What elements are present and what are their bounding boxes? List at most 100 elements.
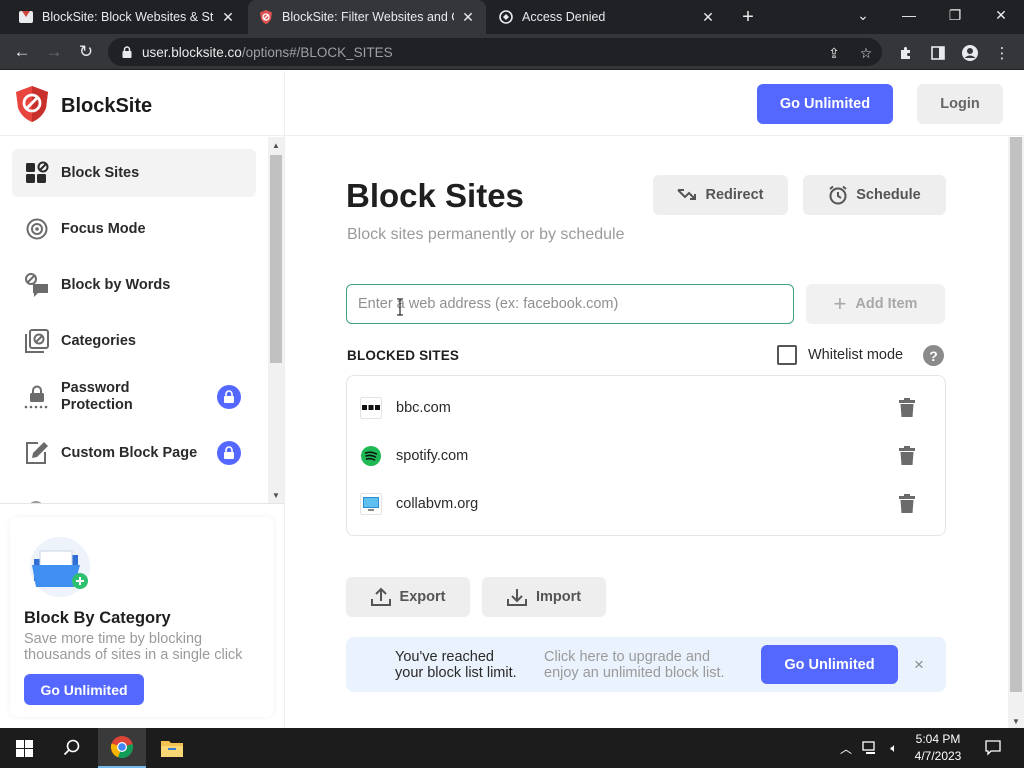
sidebar-scrollbar[interactable]: ▲ ▼ — [268, 137, 284, 503]
tab-close-icon[interactable]: ✕ — [700, 9, 716, 25]
browser-tab-1[interactable]: BlockSite: Block Websites & Stay ✕ — [8, 0, 246, 34]
alarm-clock-icon — [828, 185, 848, 205]
restore-icon[interactable]: ❐ — [932, 0, 978, 30]
sidebar-item-block-sites[interactable]: Block Sites — [12, 149, 256, 197]
sidebar-item-label: Custom Block Page — [61, 444, 198, 461]
limit-message: You've reached your block list limit. — [395, 649, 517, 681]
go-unlimited-button[interactable]: Go Unlimited — [757, 84, 893, 124]
list-item: collabvm.org — [347, 480, 945, 528]
side-panel-icon[interactable] — [928, 43, 948, 63]
promo-description: Save more time by blocking thousands of … — [24, 631, 243, 663]
target-icon — [24, 216, 50, 242]
schedule-label: Schedule — [856, 187, 921, 203]
tab-search-icon[interactable]: ⌄ — [840, 0, 886, 30]
banner-close-icon[interactable]: × — [914, 655, 924, 675]
sidebar-item-custom-block-page[interactable]: Custom Block Page — [12, 429, 256, 477]
sidebar-nav: Block Sites Focus Mode Block by Words Ca… — [0, 137, 268, 503]
shield-favicon-icon — [258, 9, 274, 25]
reload-icon[interactable]: ↻ — [74, 40, 98, 64]
volume-icon[interactable]: 🔈︎ — [886, 740, 902, 756]
page-scrollbar-thumb[interactable] — [1010, 137, 1022, 692]
redirect-button[interactable]: Redirect — [653, 175, 788, 215]
sidebar-item-label: Focus Mode — [61, 220, 146, 237]
delete-trash-icon[interactable] — [899, 446, 915, 466]
minimize-icon[interactable]: — — [886, 0, 932, 30]
chrome-taskbar-icon[interactable] — [98, 728, 146, 768]
spotify-favicon-icon — [360, 445, 382, 467]
redirect-arrow-icon — [677, 187, 697, 203]
sidebar-item-categories[interactable]: Categories — [12, 317, 256, 365]
banner-go-unlimited-button[interactable]: Go Unlimited — [761, 645, 898, 684]
site-domain: bbc.com — [396, 400, 451, 416]
delete-trash-icon[interactable] — [899, 494, 915, 514]
import-button[interactable]: Import — [482, 577, 606, 617]
tab-close-icon[interactable]: ✕ — [220, 9, 236, 25]
page-scroll-down-icon[interactable]: ▼ — [1011, 716, 1021, 726]
browser-tabstrip: BlockSite: Block Websites & Stay ✕ Block… — [0, 0, 1024, 34]
scroll-up-icon[interactable]: ▲ — [271, 140, 281, 150]
whitelist-checkbox[interactable] — [777, 345, 797, 365]
blocksite-page: BlockSite Go Unlimited Login Block Sites… — [0, 71, 1024, 728]
password-icon — [24, 384, 50, 410]
tab-close-icon[interactable]: ✕ — [460, 9, 476, 25]
import-label: Import — [535, 589, 582, 605]
web-address-input[interactable] — [346, 284, 794, 324]
profile-icon[interactable] — [960, 43, 980, 63]
share-icon[interactable]: ⇪ — [826, 45, 842, 61]
promo-go-unlimited-button[interactable]: Go Unlimited — [24, 674, 144, 705]
sidebar-item-focus-mode[interactable]: Focus Mode — [12, 205, 256, 253]
scrollbar-thumb[interactable] — [270, 155, 282, 363]
schedule-button[interactable]: Schedule — [803, 175, 946, 215]
page-scrollbar[interactable]: ▼ — [1008, 137, 1024, 728]
list-item: bbc.com — [347, 384, 945, 432]
scroll-down-icon[interactable]: ▼ — [271, 490, 281, 500]
blocked-sites-heading: BLOCKED SITES — [347, 348, 460, 363]
brand-name: BlockSite — [61, 95, 153, 117]
browser-toolbar: ← → ↻ user.blocksite.co/options#/BLOCK_S… — [0, 34, 1024, 70]
export-label: Export — [399, 589, 446, 605]
access-denied-favicon-icon — [498, 9, 514, 25]
browser-tab-2[interactable]: BlockSite: Filter Websites and Co ✕ — [248, 0, 486, 34]
notifications-icon[interactable] — [984, 740, 1002, 756]
windows-start-icon[interactable] — [0, 728, 48, 768]
bookmark-star-icon[interactable]: ☆ — [858, 45, 874, 61]
blocksite-favicon-icon — [18, 9, 34, 25]
export-button[interactable]: Export — [346, 577, 470, 617]
back-icon[interactable]: ← — [10, 40, 34, 64]
help-icon[interactable]: ? — [923, 345, 944, 366]
search-icon[interactable] — [48, 728, 96, 768]
browser-tab-3[interactable]: Access Denied ✕ — [488, 0, 726, 34]
address-bar[interactable]: user.blocksite.co/options#/BLOCK_SITES ⇪… — [108, 38, 882, 66]
taskbar-clock[interactable]: 5:04 PM 4/7/2023 — [906, 731, 970, 765]
sidebar-item-block-by-words[interactable]: Block by Words — [12, 261, 256, 309]
upload-icon — [370, 587, 391, 607]
brand[interactable]: BlockSite — [14, 85, 152, 128]
new-tab-icon[interactable]: + — [736, 5, 760, 29]
whitelist-label[interactable]: Whitelist mode — [808, 347, 903, 363]
sidebar-item-label: Block Sites — [61, 164, 140, 181]
upgrade-message[interactable]: Click here to upgrade and enjoy an unlim… — [544, 649, 725, 681]
sidebar-item-password-protection[interactable]: Password Protection — [12, 373, 256, 421]
sidebar-divider — [284, 71, 285, 728]
upgrade-banner[interactable]: You've reached your block list limit. Cl… — [346, 637, 946, 692]
clock-time: 5:04 PM — [915, 732, 961, 746]
menu-kebab-icon[interactable]: ⋮ — [992, 43, 1012, 63]
page-subtitle: Block sites permanently or by schedule — [347, 226, 625, 243]
tab-title: BlockSite: Filter Websites and Co — [282, 10, 454, 24]
add-item-label: Add Item — [855, 296, 918, 312]
file-explorer-icon[interactable] — [148, 728, 196, 768]
extensions-puzzle-icon[interactable] — [896, 43, 916, 63]
delete-trash-icon[interactable] — [899, 398, 915, 418]
login-button[interactable]: Login — [917, 84, 1003, 124]
collabvm-favicon-icon — [360, 493, 382, 515]
network-icon[interactable] — [862, 740, 878, 756]
redirect-label: Redirect — [705, 187, 764, 203]
categories-icon — [24, 328, 50, 354]
blocksite-logo-icon — [14, 85, 50, 128]
sidebar-item-label: Block by Words — [61, 276, 171, 293]
site-domain: collabvm.org — [396, 496, 479, 512]
add-item-button[interactable]: + Add Item — [806, 284, 945, 324]
close-window-icon[interactable]: ✕ — [978, 0, 1024, 30]
forward-icon[interactable]: → — [42, 40, 66, 64]
tray-chevron-up-icon[interactable]: ︿ — [838, 740, 854, 756]
